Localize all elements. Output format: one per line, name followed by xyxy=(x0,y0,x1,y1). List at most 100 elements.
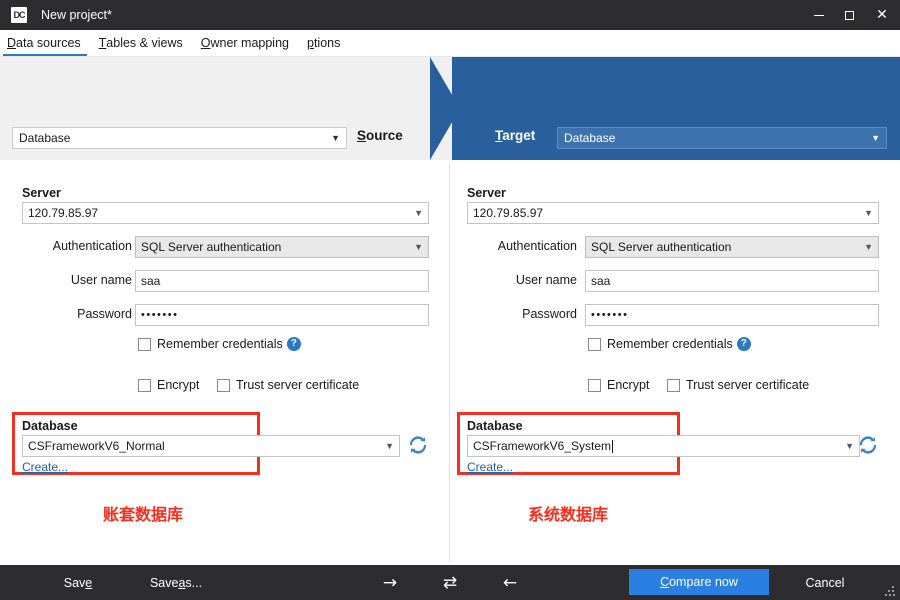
target-create-database-link[interactable]: Create... xyxy=(467,460,513,474)
chevron-down-icon: ▼ xyxy=(385,441,394,451)
save-as-label-prefix: Save xyxy=(150,576,179,590)
target-trust-cert-row[interactable]: Trust server certificate xyxy=(667,378,809,392)
source-heading: Source xyxy=(357,128,403,143)
source-database-select[interactable]: CSFrameworkV6_Normal ▼ xyxy=(22,435,400,457)
source-trust-cert-label: Trust server certificate xyxy=(236,378,359,392)
target-type-value: Database xyxy=(564,131,615,145)
app-window: DC New project* ✕ Data sources Tables & … xyxy=(0,0,900,600)
chevron-down-icon: ▼ xyxy=(864,242,873,252)
tab-mnemonic: T xyxy=(99,36,107,50)
target-annotation-text: 系统数据库 xyxy=(528,501,608,525)
source-encrypt-label: Encrypt xyxy=(157,378,199,392)
target-authentication-label: Authentication xyxy=(467,239,577,253)
save-label-mnemonic: e xyxy=(85,576,92,590)
source-encrypt-checkbox[interactable] xyxy=(138,379,151,392)
save-as-label-rest: s... xyxy=(185,576,202,590)
save-button[interactable]: Save xyxy=(50,565,106,600)
target-authentication-select[interactable]: SQL Server authentication ▼ xyxy=(585,236,879,258)
target-password-input[interactable]: ••••••• xyxy=(585,304,879,326)
tab-owner-mapping[interactable]: Owner mapping xyxy=(192,30,298,56)
chevron-down-icon: ▼ xyxy=(864,208,873,218)
chevron-down-icon: ▼ xyxy=(414,208,423,218)
target-username-label: User name xyxy=(467,273,577,287)
arrow-right-icon[interactable]: → xyxy=(370,565,410,600)
source-form-panel: Server 120.79.85.97 ▼ Authentication SQL… xyxy=(0,160,450,565)
save-label-prefix: Sav xyxy=(64,576,86,590)
tab-mnemonic: p xyxy=(307,36,314,50)
source-authentication-select[interactable]: SQL Server authentication ▼ xyxy=(135,236,429,258)
app-logo-icon: DC xyxy=(11,7,27,23)
source-remember-credentials-label: Remember credentials xyxy=(157,337,283,351)
arrow-left-icon[interactable]: ← xyxy=(490,565,530,600)
source-authentication-label: Authentication xyxy=(22,239,132,253)
source-server-value: 120.79.85.97 xyxy=(28,206,98,220)
tab-tables-views[interactable]: Tables & views xyxy=(90,30,192,56)
source-type-select[interactable]: Database ▼ xyxy=(12,127,347,149)
source-heading-rest: ource xyxy=(366,128,403,143)
minimize-icon[interactable] xyxy=(804,0,834,30)
source-create-database-link[interactable]: Create... xyxy=(22,460,68,474)
target-server-label: Server xyxy=(467,186,506,200)
cancel-button[interactable]: Cancel xyxy=(795,565,855,600)
tab-label: ata sources xyxy=(16,36,81,50)
target-type-select[interactable]: Database ▼ xyxy=(557,127,887,149)
source-remember-credentials-row[interactable]: Remember credentials ? xyxy=(138,337,301,351)
source-trust-cert-row[interactable]: Trust server certificate xyxy=(217,378,359,392)
tab-options[interactable]: ptions xyxy=(298,30,349,56)
target-password-label: Password xyxy=(467,307,577,321)
target-encrypt-label: Encrypt xyxy=(607,378,649,392)
target-server-input[interactable]: 120.79.85.97 ▼ xyxy=(467,202,879,224)
target-database-select[interactable]: CSFrameworkV6_System ▼ xyxy=(467,435,860,457)
source-password-label: Password xyxy=(22,307,132,321)
source-refresh-icon[interactable] xyxy=(408,435,428,455)
source-remember-credentials-checkbox[interactable] xyxy=(138,338,151,351)
target-trust-cert-label: Trust server certificate xyxy=(686,378,809,392)
target-heading: Target xyxy=(495,128,535,143)
target-encrypt-row[interactable]: Encrypt xyxy=(588,378,649,392)
target-trust-cert-checkbox[interactable] xyxy=(667,379,680,392)
tab-label: wner mapping xyxy=(210,36,289,50)
source-username-value: saa xyxy=(141,274,160,288)
target-server-value: 120.79.85.97 xyxy=(473,206,543,220)
tab-label: ables & views xyxy=(106,36,182,50)
tab-data-sources[interactable]: Data sources xyxy=(0,30,90,56)
window-title: New project* xyxy=(41,8,112,22)
chevron-down-icon: ▼ xyxy=(871,133,880,143)
target-form-panel: Server 120.79.85.97 ▼ Authentication SQL… xyxy=(450,160,900,565)
source-heading-mnemonic: S xyxy=(357,128,366,143)
chevron-down-icon: ▼ xyxy=(414,242,423,252)
source-server-input[interactable]: 120.79.85.97 ▼ xyxy=(22,202,429,224)
target-refresh-icon[interactable] xyxy=(858,435,878,455)
target-encrypt-checkbox[interactable] xyxy=(588,379,601,392)
source-username-input[interactable]: saa xyxy=(135,270,429,292)
source-type-value: Database xyxy=(19,131,70,145)
resize-grip-icon[interactable] xyxy=(885,586,895,596)
help-icon[interactable]: ? xyxy=(287,337,301,351)
source-annotation-text: 账套数据库 xyxy=(103,501,183,525)
close-icon[interactable]: ✕ xyxy=(864,0,900,30)
tab-label: tions xyxy=(314,36,340,50)
swap-arrows-icon[interactable]: ⇄ xyxy=(430,565,470,600)
compare-label-rest: ompare now xyxy=(669,575,738,589)
help-icon[interactable]: ? xyxy=(737,337,751,351)
target-username-value: saa xyxy=(591,274,610,288)
source-trust-cert-checkbox[interactable] xyxy=(217,379,230,392)
source-database-value: CSFrameworkV6_Normal xyxy=(28,439,165,453)
panel-divider xyxy=(449,162,450,562)
target-remember-credentials-label: Remember credentials xyxy=(607,337,733,351)
chevron-down-icon: ▼ xyxy=(845,441,854,451)
text-cursor xyxy=(612,440,613,453)
compare-now-button[interactable]: Compare now xyxy=(629,569,769,595)
compare-label-mnemonic: C xyxy=(660,575,669,589)
target-database-value: CSFrameworkV6_System xyxy=(473,439,611,453)
save-as-button[interactable]: Save as... xyxy=(140,565,212,600)
target-authentication-value: SQL Server authentication xyxy=(591,240,731,254)
target-username-input[interactable]: saa xyxy=(585,270,879,292)
source-password-input[interactable]: ••••••• xyxy=(135,304,429,326)
target-remember-credentials-checkbox[interactable] xyxy=(588,338,601,351)
source-encrypt-row[interactable]: Encrypt xyxy=(138,378,199,392)
target-password-value: ••••••• xyxy=(591,309,628,321)
maximize-icon[interactable] xyxy=(834,0,864,30)
target-remember-credentials-row[interactable]: Remember credentials ? xyxy=(588,337,751,351)
source-password-value: ••••••• xyxy=(141,309,178,321)
